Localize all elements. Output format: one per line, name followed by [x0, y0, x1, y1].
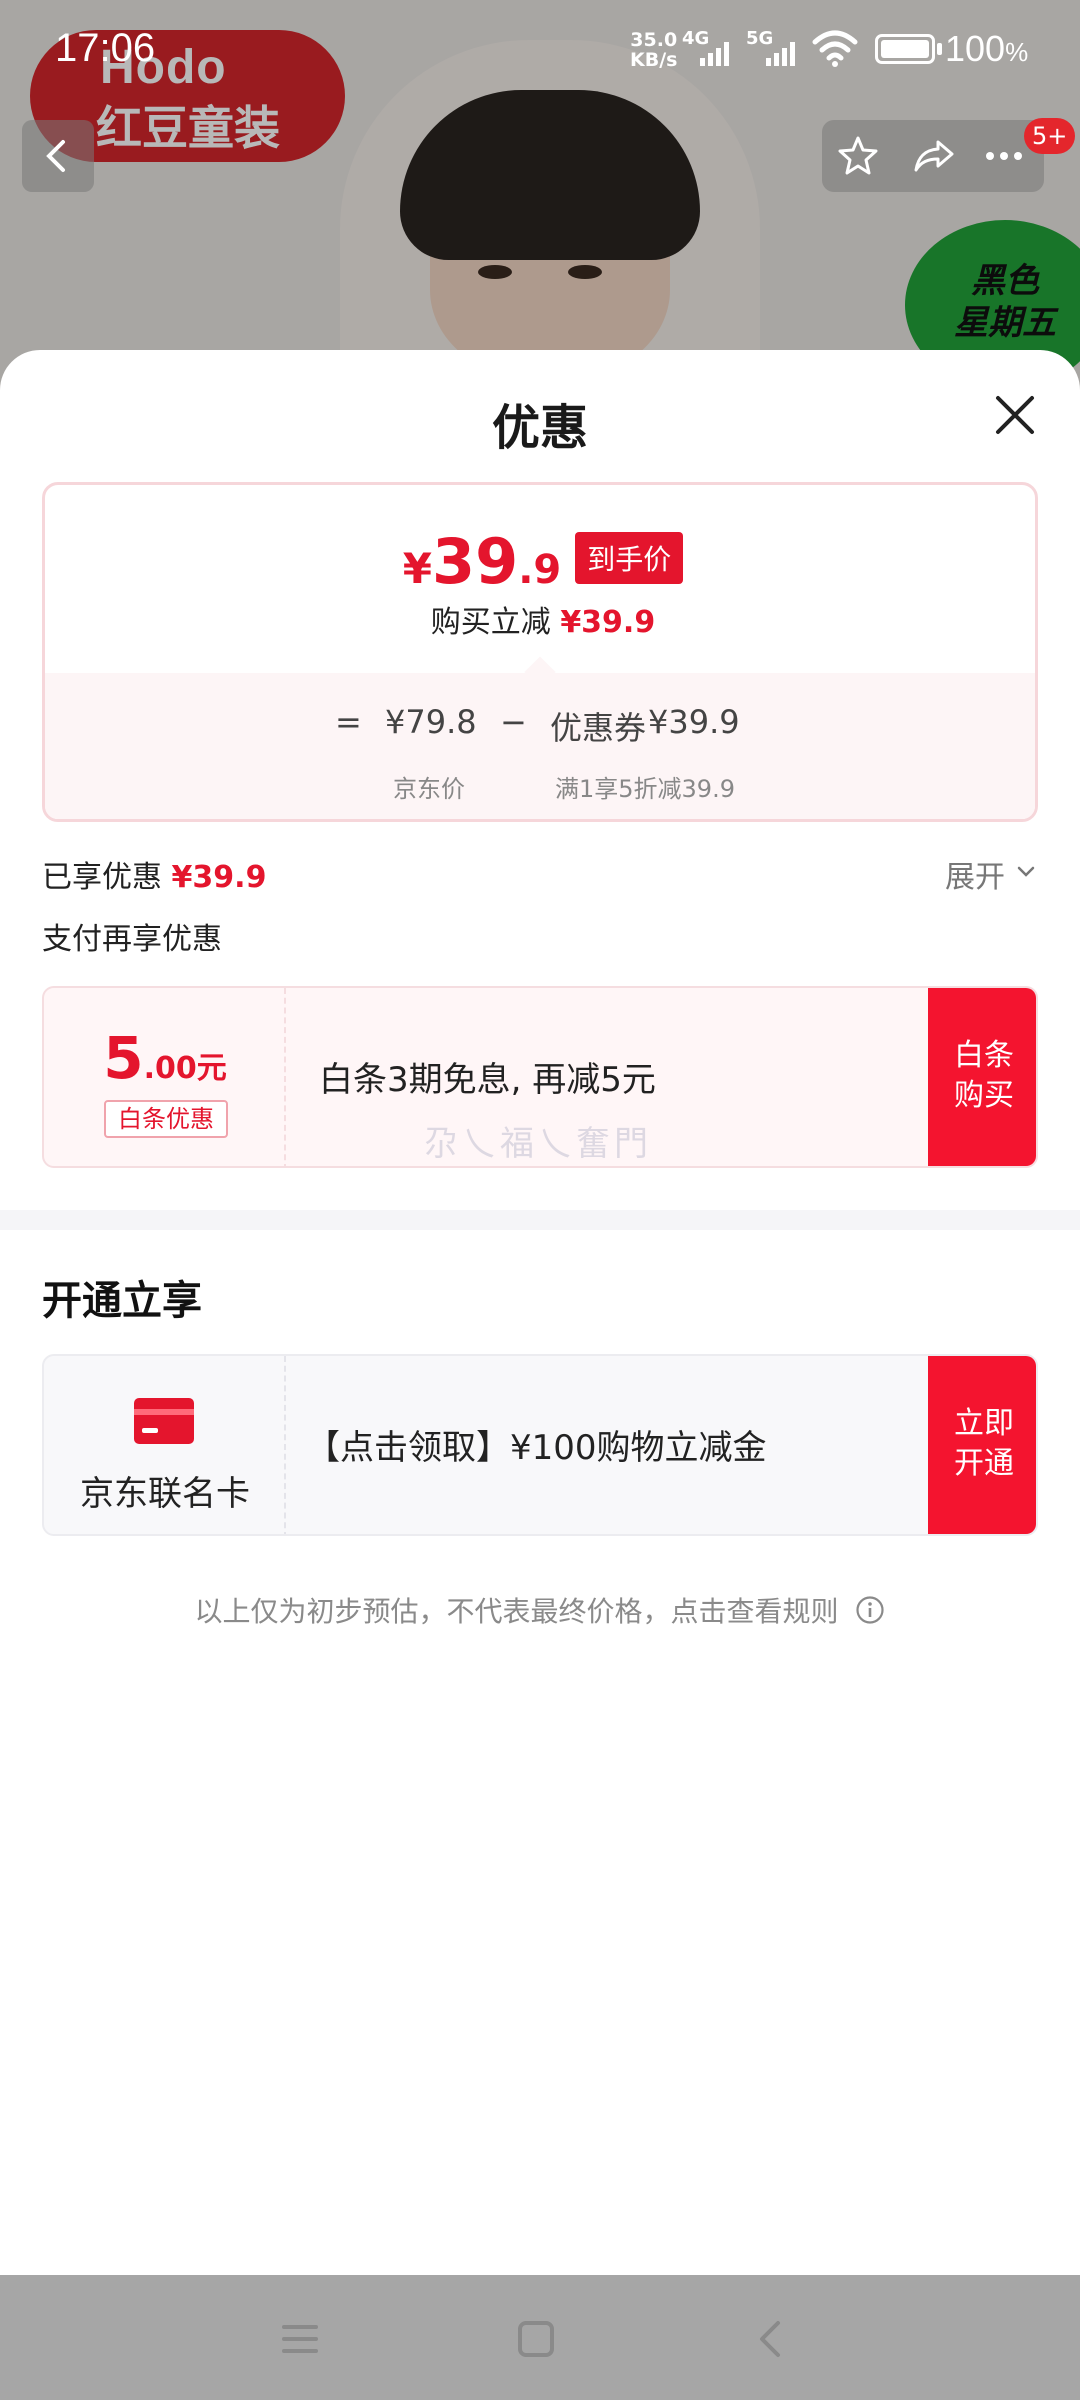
close-icon[interactable] [990, 390, 1040, 440]
pay-section-title: 支付再享优惠 [42, 922, 222, 957]
star-icon[interactable] [836, 134, 880, 178]
coupon-label: 优惠券 [550, 709, 647, 747]
instant-reduction: 购买立减 ¥39.9 [430, 605, 656, 640]
chevron-left-icon [46, 140, 65, 172]
info-icon [856, 1596, 885, 1624]
jd-price: ¥79.8 [385, 703, 477, 741]
notification-badge: 5+ [1024, 118, 1076, 154]
watermark: 尕乀福乀奮門 [424, 1124, 652, 1164]
coupon-amount: ¥39.9 [648, 703, 740, 741]
network-speed: 35.0 KB/s [630, 29, 678, 71]
wifi-icon [812, 30, 858, 67]
expand-button[interactable]: 展开 [945, 852, 1005, 896]
sheet-title: 优惠 [491, 400, 588, 456]
sim1-type: 4G [682, 28, 710, 49]
baitiao-buy-button[interactable]: 白条 购买 [928, 988, 1036, 1166]
open-card-button[interactable]: 立即 开通 [928, 1356, 1036, 1534]
top-action-bar [822, 120, 1044, 192]
card-name: 京东联名卡 [80, 1474, 250, 1514]
battery-icon [875, 34, 935, 64]
price-breakdown-card: ¥39.9 到手价 购买立减 ¥39.9 = ¥79.8 − 优惠券 ¥39.9 … [42, 482, 1038, 822]
open-section-title: 开通立享 [42, 1278, 202, 1324]
back-icon[interactable] [748, 2315, 796, 2363]
offer-tag: 白条优惠 [104, 1100, 228, 1138]
price-calculation: = ¥79.8 − 优惠券 ¥39.9 京东价 满1享5折减39.9 [45, 673, 1035, 819]
back-button[interactable] [22, 120, 94, 192]
discount-sheet: 优惠 ¥39.9 到手价 购买立减 ¥39.9 = ¥79.8 − 优惠券 ¥39… [0, 350, 1080, 2275]
battery-percent: 100% [945, 28, 1029, 69]
system-navigation-bar [0, 2275, 1080, 2400]
chevron-down-icon[interactable] [1016, 862, 1036, 882]
baitiao-offer-card[interactable]: 5.00元 白条优惠 白条3期免息, 再减5元 尕乀福乀奮門 白条 购买 [42, 986, 1038, 1168]
sim2-type: 5G [746, 28, 774, 49]
card-description: 【点击领取】¥100购物立减金 [306, 1428, 767, 1468]
credit-card-icon [134, 1398, 194, 1444]
cobrand-card-offer[interactable]: 京东联名卡 【点击领取】¥100购物立减金 立即 开通 [42, 1354, 1038, 1536]
section-divider [0, 1210, 1080, 1230]
status-bar: 17:06 35.0 KB/s 4G 5G 100% [0, 0, 1080, 100]
offer-amount: 5.00元 [103, 1024, 227, 1092]
final-price-tag: 到手价 [575, 532, 684, 584]
enjoyed-discount: 已享优惠 ¥39.9 [42, 860, 267, 895]
disclaimer-link[interactable]: 以上仅为初步预估，不代表最终价格，点击查看规则 [0, 1590, 1080, 1630]
clock: 17:06 [55, 26, 156, 70]
menu-icon[interactable] [276, 2315, 324, 2363]
more-icon[interactable] [982, 134, 1026, 178]
offer-description: 白条3期免息, 再减5元 [319, 1060, 656, 1100]
coupon-rule: 满1享5折减39.9 [555, 775, 735, 803]
jd-price-label: 京东价 [393, 775, 465, 803]
home-icon[interactable] [512, 2315, 560, 2363]
share-icon[interactable] [912, 134, 956, 178]
final-price: ¥39.9 到手价 [45, 525, 1035, 598]
